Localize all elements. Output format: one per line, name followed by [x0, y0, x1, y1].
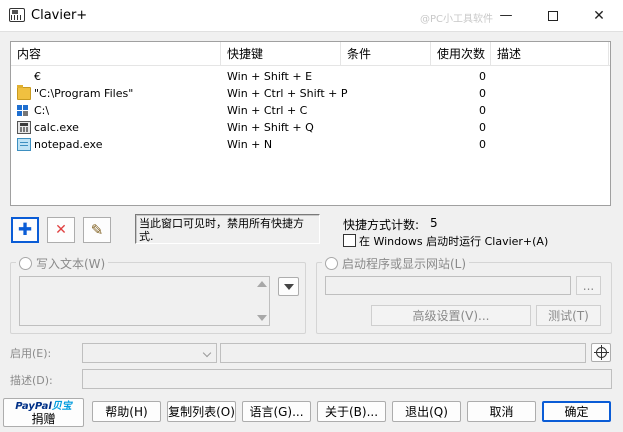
add-shortcut-button[interactable]: ✚	[11, 217, 39, 243]
cancel-button[interactable]: 取消	[467, 401, 536, 422]
shortcut-count-label: 快捷方式计数:	[343, 218, 420, 232]
copy-list-button[interactable]: 复制列表(O)	[167, 401, 236, 422]
enable-select[interactable]	[82, 343, 217, 363]
pencil-icon: ✎	[90, 221, 104, 239]
about-button[interactable]: 关于(B)...	[317, 401, 386, 422]
paypal-donate-button[interactable]: PayPal贝宝 捐赠	[3, 398, 84, 427]
item-shortcut: Win + Shift + E	[227, 70, 313, 83]
item-count: 0	[479, 121, 486, 134]
insert-special-button[interactable]	[278, 277, 299, 296]
item-content: €	[34, 70, 41, 83]
shortcut-list[interactable]: 内容 快捷键 条件 使用次数 描述 € Win + Shift + E 0 "C…	[10, 41, 611, 206]
condition-input[interactable]	[220, 343, 586, 363]
launch-label: 启动程序或显示网站(L)	[342, 257, 467, 271]
item-shortcut: Win + Shift + Q	[227, 121, 314, 134]
write-text-label: 写入文本(W)	[36, 257, 106, 271]
column-header-content[interactable]: 内容	[11, 42, 221, 66]
launch-radio[interactable]	[325, 257, 338, 270]
column-header-description[interactable]: 描述	[491, 42, 609, 66]
item-count: 0	[479, 104, 486, 117]
launch-option[interactable]: 启动程序或显示网站(L)	[322, 255, 470, 272]
donate-label: 捐赠	[31, 411, 56, 426]
advanced-settings-button[interactable]: 高级设置(V)...	[371, 305, 531, 326]
chevron-down-icon	[283, 283, 294, 290]
list-header: 内容 快捷键 条件 使用次数 描述	[11, 42, 610, 66]
calculator-icon	[17, 121, 31, 134]
notepad-icon	[17, 138, 31, 151]
title-bar: Clavier+ @PC小工具软件 — ✕	[0, 0, 623, 32]
close-button[interactable]: ✕	[576, 0, 622, 31]
drive-icon	[17, 104, 31, 117]
disable-note: 当此窗口可见时，禁用所有快捷方式.	[135, 214, 320, 244]
edit-shortcut-button[interactable]: ✎	[83, 217, 111, 243]
write-text-option[interactable]: 写入文本(W)	[16, 255, 109, 272]
startup-checkbox[interactable]	[343, 234, 356, 247]
scroll-up-icon[interactable]	[257, 281, 267, 287]
maximize-icon	[548, 10, 558, 21]
item-content: calc.exe	[34, 121, 79, 134]
maximize-button[interactable]	[530, 0, 576, 31]
item-shortcut: Win + Ctrl + Shift + P	[227, 87, 348, 100]
description-input[interactable]	[82, 369, 612, 389]
item-content: C:\	[34, 104, 50, 117]
crosshair-icon	[593, 345, 609, 360]
column-header-shortcut[interactable]: 快捷键	[221, 42, 341, 66]
window-title: Clavier+	[31, 8, 88, 23]
write-text-radio[interactable]	[19, 257, 32, 270]
keyboard-icon	[9, 8, 25, 22]
paypal-logo: PayPal贝宝	[15, 400, 72, 412]
item-count: 0	[479, 138, 486, 151]
launch-input[interactable]	[325, 276, 571, 295]
delete-icon: ✕	[55, 222, 67, 238]
item-count: 0	[479, 87, 486, 100]
enable-label: 启用(E):	[10, 347, 52, 360]
item-content: notepad.exe	[34, 138, 103, 151]
startup-label[interactable]: 在 Windows 启动时运行 Clavier+(A)	[359, 233, 548, 249]
scroll-down-icon[interactable]	[257, 315, 267, 321]
language-button[interactable]: 语言(G)...	[242, 401, 311, 422]
browse-button[interactable]: ...	[576, 276, 601, 295]
write-text-scrollbar[interactable]	[255, 278, 269, 324]
list-item[interactable]: C:\ Win + Ctrl + C 0	[11, 102, 610, 119]
close-icon: ✕	[593, 7, 605, 24]
item-content: "C:\Program Files"	[34, 87, 134, 100]
delete-shortcut-button[interactable]: ✕	[47, 217, 75, 243]
list-item[interactable]: € Win + Shift + E 0	[11, 68, 610, 85]
exit-button[interactable]: 退出(Q)	[392, 401, 461, 422]
list-item[interactable]: calc.exe Win + Shift + Q 0	[11, 119, 610, 136]
column-header-count[interactable]: 使用次数	[431, 42, 491, 66]
write-text-input[interactable]	[19, 276, 270, 326]
test-button[interactable]: 测试(T)	[536, 305, 601, 326]
list-item[interactable]: notepad.exe Win + N 0	[11, 136, 610, 153]
shortcut-count-value: 5	[430, 216, 438, 230]
help-button[interactable]: 帮助(H)	[92, 401, 161, 422]
item-shortcut: Win + Ctrl + C	[227, 104, 308, 117]
description-label: 描述(D):	[10, 374, 53, 387]
target-window-button[interactable]	[591, 343, 611, 362]
folder-icon	[17, 85, 31, 100]
list-item[interactable]: "C:\Program Files" Win + Ctrl + Shift + …	[11, 85, 610, 102]
item-shortcut: Win + N	[227, 138, 273, 151]
minimize-button[interactable]: —	[483, 0, 529, 31]
minimize-icon: —	[499, 8, 513, 23]
chevron-down-icon	[202, 348, 212, 358]
ok-button[interactable]: 确定	[542, 401, 611, 422]
plus-icon: ✚	[17, 220, 33, 240]
column-header-condition[interactable]: 条件	[341, 42, 431, 66]
item-count: 0	[479, 70, 486, 83]
